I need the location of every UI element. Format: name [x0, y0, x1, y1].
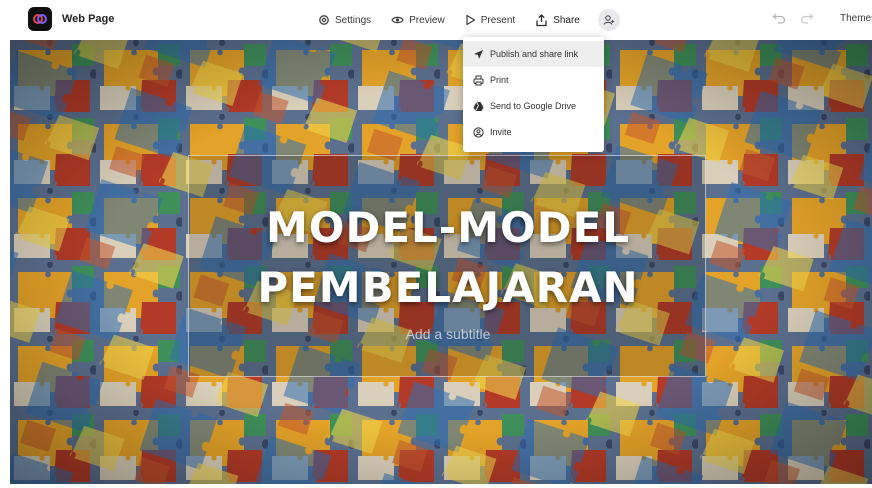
title-placeholder-box[interactable]: MODEL-MODEL PEMBELAJARAN Add a subtitle: [188, 155, 706, 377]
history-controls: [772, 11, 814, 25]
app-title: Web Page: [62, 13, 115, 25]
share-button[interactable]: Share: [535, 8, 580, 32]
menu-item-label: Send to Google Drive: [490, 101, 577, 111]
settings-button[interactable]: Settings: [318, 8, 371, 32]
share-menu: Publish and share link Print Send to Goo…: [463, 37, 604, 152]
eye-icon: [391, 16, 404, 24]
menu-item-invite[interactable]: Invite: [463, 119, 604, 145]
gear-icon: [319, 15, 329, 25]
menu-item-send-google-drive[interactable]: Send to Google Drive: [463, 93, 604, 119]
google-drive-icon: [473, 101, 484, 111]
preview-button[interactable]: Preview: [391, 8, 445, 32]
preview-label: Preview: [409, 14, 445, 26]
printer-icon: [473, 75, 484, 85]
link-loop-icon: [33, 14, 47, 24]
top-toolbar: Web Page Settings Preview Present Share …: [0, 0, 872, 40]
slide-title[interactable]: MODEL-MODEL PEMBELAJARAN: [189, 198, 707, 318]
invite-icon: [473, 126, 484, 138]
present-label: Present: [480, 14, 516, 26]
present-button[interactable]: Present: [465, 8, 515, 32]
menu-item-label: Publish and share link: [490, 49, 579, 59]
undo-icon[interactable]: [772, 11, 786, 25]
share-label: Share: [553, 14, 580, 26]
add-user-icon: [603, 15, 614, 25]
subtitle-placeholder[interactable]: Add a subtitle: [189, 326, 707, 342]
add-collaborator-button[interactable]: [597, 9, 620, 31]
main-nav: Settings Preview Present Share: [318, 8, 620, 32]
menu-item-publish-share-link[interactable]: Publish and share link: [463, 41, 604, 67]
menu-item-print[interactable]: Print: [463, 67, 604, 93]
share-upload-icon: [536, 13, 547, 26]
slide-canvas[interactable]: MODEL-MODEL PEMBELAJARAN Add a subtitle: [10, 40, 872, 484]
app-logo[interactable]: [28, 7, 52, 31]
play-icon: [466, 14, 475, 26]
send-icon: [474, 49, 483, 59]
themes-button[interactable]: Themes: [840, 13, 872, 24]
redo-icon[interactable]: [800, 11, 814, 25]
menu-item-label: Print: [490, 75, 509, 85]
menu-item-label: Invite: [490, 127, 512, 137]
settings-label: Settings: [335, 14, 372, 26]
